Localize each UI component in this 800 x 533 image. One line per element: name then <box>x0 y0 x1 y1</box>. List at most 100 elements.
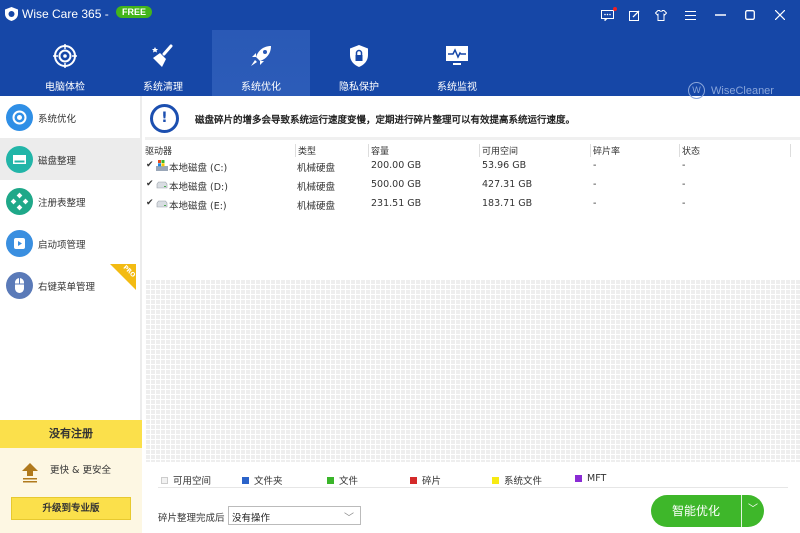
smart-optimize-button[interactable]: 智能优化 <box>651 495 741 527</box>
column-header-drive[interactable]: 驱动器 <box>145 144 172 157</box>
drive-type: 机械硬盘 <box>297 163 336 174</box>
tab-label: 隐私保护 <box>339 82 379 93</box>
smart-optimize-button-group: 智能优化 ﹀ <box>651 495 764 527</box>
legend-item: MFT <box>575 473 606 484</box>
sidebar-item-startup-manager[interactable]: 启动项管理 <box>0 222 142 264</box>
sidebar-item-context-menu[interactable]: 右键菜单管理 PRO <box>0 264 142 306</box>
column-header-type[interactable]: 类型 <box>295 144 316 157</box>
registry-icon <box>6 188 33 215</box>
drive-frag: - <box>593 198 597 209</box>
drive-type: 机械硬盘 <box>297 201 336 212</box>
sidebar-item-label: 右键菜单管理 <box>38 282 96 293</box>
tab-privacy[interactable]: 隐私保护 <box>310 30 408 96</box>
app-title: Wise Care 365 - <box>22 7 109 21</box>
table-header: 驱动器 类型 容量 可用空间 碎片率 状态 <box>145 143 800 157</box>
sidebar-item-label: 磁盘整理 <box>38 156 77 167</box>
main-nav: 电脑体检 系统清理 系统优化 隐私保护 系统监视 W WiseCleaner <box>0 30 800 99</box>
after-defrag-value: 没有操作 <box>232 513 271 524</box>
optimize-dropdown-chevron-icon[interactable]: ﹀ <box>742 495 764 527</box>
legend-item: 文件夹 <box>242 473 283 487</box>
table-row[interactable]: ✔ 本地磁盘 (D:) 机械硬盘 500.00 GB 427.31 GB - - <box>145 176 800 195</box>
legend-item: 文件 <box>327 473 358 487</box>
feedback-icon[interactable] <box>599 7 617 23</box>
after-defrag-select[interactable]: 没有操作 ﹀ <box>228 506 361 525</box>
chevron-down-icon: ﹀ <box>344 513 354 524</box>
broom-icon <box>152 44 173 67</box>
gear-icon <box>6 104 33 131</box>
windows-drive-icon <box>156 160 168 171</box>
legend-item: 可用空间 <box>161 473 211 487</box>
info-exclamation-icon: ! <box>150 104 179 133</box>
column-header-status[interactable]: 状态 <box>679 144 700 157</box>
tab-system-monitor[interactable]: 系统监视 <box>408 30 506 96</box>
shield-lock-icon <box>350 45 368 67</box>
hdd-icon <box>156 181 168 189</box>
table-row[interactable]: ✔ 本地磁盘 (E:) 机械硬盘 231.51 GB 183.71 GB - - <box>145 195 800 214</box>
drive-checkbox[interactable]: ✔ <box>146 199 155 208</box>
column-divider <box>790 144 791 157</box>
drive-free: 427.31 GB <box>482 179 533 190</box>
info-banner: ! 磁盘碎片的增多会导致系统运行速度变慢，定期进行碎片整理可以有效提高系统运行速… <box>145 96 800 140</box>
registration-panel: 没有注册 更快 & 更安全 升级到专业版 <box>0 420 142 533</box>
drive-free: 53.96 GB <box>482 160 527 171</box>
title-bar: Wise Care 365 - FREE <box>0 0 800 30</box>
notification-dot <box>613 7 617 11</box>
menu-icon[interactable] <box>682 7 698 23</box>
legend-swatch-folder <box>242 476 249 484</box>
edit-icon[interactable] <box>626 7 642 23</box>
legend-swatch-system-file <box>492 476 499 484</box>
column-header-frag[interactable]: 碎片率 <box>590 144 620 157</box>
drive-free: 183.71 GB <box>482 198 533 209</box>
legend-item: 系统文件 <box>492 473 542 487</box>
drive-name: 本地磁盘 (C:) <box>169 163 228 174</box>
drive-frag: - <box>593 160 597 171</box>
cluster-legend: 可用空间 文件夹 文件 碎片 系统文件 MFT <box>158 472 788 488</box>
play-icon <box>6 230 33 257</box>
maximize-icon[interactable] <box>742 7 758 23</box>
drive-name: 本地磁盘 (E:) <box>169 201 227 212</box>
legend-swatch-mft <box>575 475 582 482</box>
mouse-icon <box>6 272 33 299</box>
minimize-icon[interactable] <box>712 7 728 23</box>
upgrade-arrow-icon <box>22 463 38 483</box>
after-defrag-label: 碎片整理完成后 <box>158 513 225 524</box>
sidebar-item-label: 注册表整理 <box>38 198 86 209</box>
drive-checkbox[interactable]: ✔ <box>146 161 155 170</box>
sidebar-item-registry-clean[interactable]: 注册表整理 <box>0 180 142 222</box>
tab-system-optimize[interactable]: 系统优化 <box>212 30 310 96</box>
monitor-pulse-icon <box>446 46 468 65</box>
faster-safer-text: 更快 & 更安全 <box>50 465 111 476</box>
close-icon[interactable] <box>772 7 788 23</box>
tab-label: 系统监视 <box>437 82 477 93</box>
table-row[interactable]: ✔ 本地磁盘 (C:) 机械硬盘 200.00 GB 53.96 GB - - <box>145 157 800 176</box>
radar-icon <box>53 44 77 68</box>
sidebar-item-label: 启动项管理 <box>38 240 86 251</box>
column-header-capacity[interactable]: 容量 <box>368 144 389 157</box>
tab-label: 系统优化 <box>241 82 281 93</box>
tab-label: 系统清理 <box>143 82 183 93</box>
legend-swatch-file <box>327 476 334 484</box>
free-badge: FREE <box>116 6 153 18</box>
drive-name: 本地磁盘 (D:) <box>169 182 228 193</box>
legend-item: 碎片 <box>410 473 441 487</box>
drive-capacity: 231.51 GB <box>371 198 422 209</box>
column-header-free[interactable]: 可用空间 <box>479 144 518 157</box>
legend-swatch-free <box>161 476 168 484</box>
drive-status: - <box>682 198 686 209</box>
tab-pc-checkup[interactable]: 电脑体检 <box>16 30 114 96</box>
drive-type: 机械硬盘 <box>297 182 336 193</box>
upgrade-pro-button[interactable]: 升级到专业版 <box>11 497 131 520</box>
drive-status: - <box>682 160 686 171</box>
sidebar-item-system-optimize[interactable]: 系统优化 <box>0 96 142 138</box>
disk-icon <box>6 146 33 173</box>
tab-label: 电脑体检 <box>45 82 85 93</box>
sidebar-item-disk-defrag[interactable]: 磁盘整理 <box>0 138 142 180</box>
skin-icon[interactable] <box>653 7 669 23</box>
brand-name: WiseCleaner <box>711 84 774 97</box>
rocket-icon <box>251 46 271 66</box>
legend-swatch-fragment <box>410 476 417 484</box>
drive-frag: - <box>593 179 597 190</box>
drive-checkbox[interactable]: ✔ <box>146 180 155 189</box>
tab-system-clean[interactable]: 系统清理 <box>114 30 212 96</box>
sidebar-item-label: 系统优化 <box>38 114 77 125</box>
